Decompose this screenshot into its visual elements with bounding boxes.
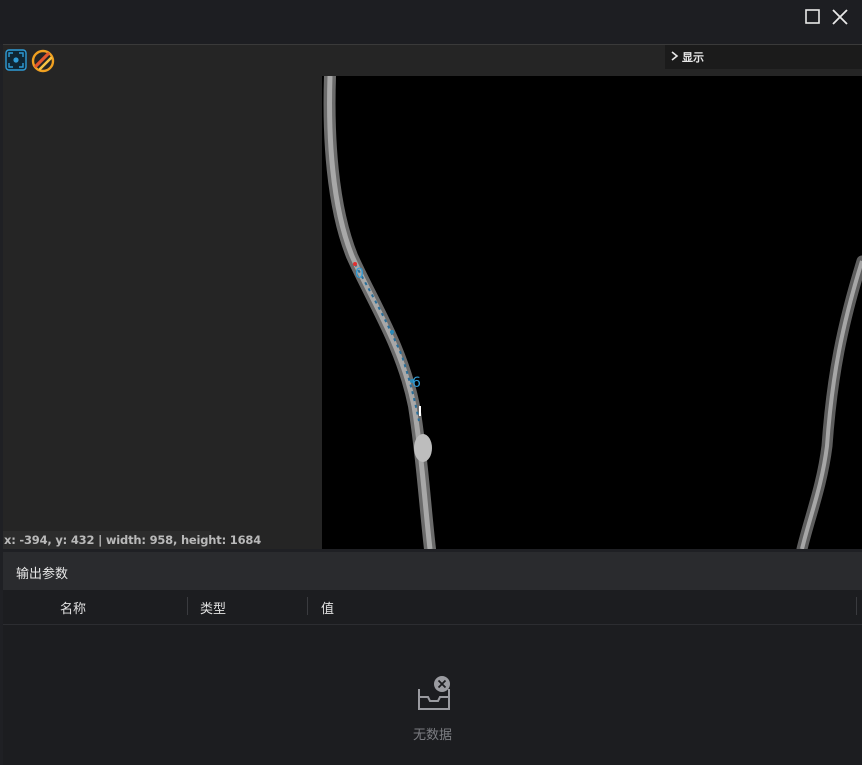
column-divider[interactable]	[856, 597, 857, 615]
display-panel-toggle[interactable]: 显示	[665, 45, 862, 69]
close-icon	[832, 9, 848, 25]
close-button[interactable]	[829, 6, 851, 28]
output-title: 输出参数	[16, 567, 69, 582]
coordinate-readout: x: -394, y: 432 | width: 958, height: 16…	[3, 531, 261, 549]
column-divider[interactable]	[307, 597, 308, 615]
brand-logo[interactable]	[31, 49, 55, 73]
column-header-value[interactable]: 值	[321, 598, 334, 617]
point-label: 0	[355, 266, 364, 282]
output-header: 输出参数	[3, 552, 862, 590]
column-divider[interactable]	[187, 597, 188, 615]
table-header: 名称 类型 值	[3, 590, 862, 625]
chevron-right-icon	[671, 51, 679, 61]
vessel-image: 0 6	[323, 76, 862, 549]
maximize-button[interactable]	[802, 6, 824, 28]
image-canvas[interactable]: 0 6	[322, 76, 862, 549]
display-panel-label: 显示	[682, 51, 704, 64]
brand-logo-icon	[31, 49, 55, 73]
empty-inbox-icon	[418, 676, 450, 710]
empty-state	[415, 675, 455, 719]
capture-icon	[5, 49, 27, 71]
title-bar	[0, 0, 862, 44]
coordinate-text: x: -394, y: 432 | width: 958, height: 16…	[4, 533, 261, 547]
column-header-type[interactable]: 类型	[200, 598, 226, 617]
image-viewer: 显示 0 6 x: -394, y: 432 | width: 958, hei…	[3, 44, 862, 549]
maximize-icon	[805, 9, 820, 24]
point-label: 6	[412, 375, 421, 391]
output-parameters-panel: 输出参数 名称 类型 值 无数据	[3, 552, 862, 765]
column-header-name[interactable]: 名称	[60, 598, 86, 617]
capture-button[interactable]	[5, 49, 27, 71]
empty-text: 无数据	[413, 728, 453, 743]
